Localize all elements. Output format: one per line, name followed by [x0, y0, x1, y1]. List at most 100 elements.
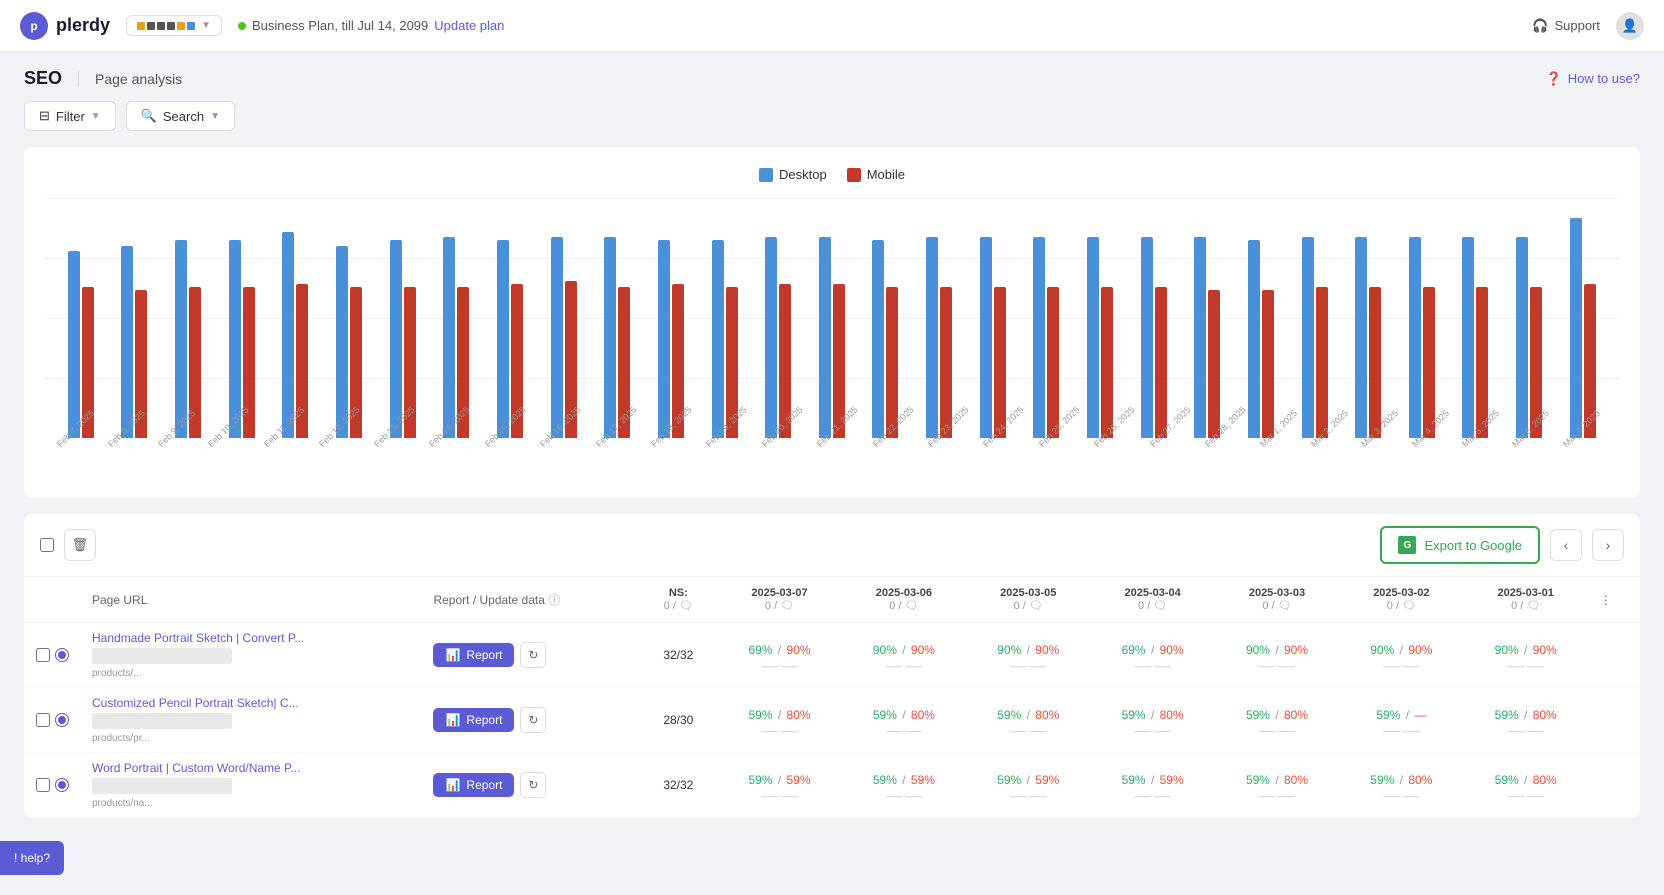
- date-0-sub: 0 / 🗨: [729, 599, 829, 612]
- row-color-dot: [56, 714, 68, 726]
- chevron-right-icon: ›: [1606, 537, 1611, 553]
- th-date-1: 2025-03-06 0 / 🗨: [842, 577, 966, 623]
- search-chevron-icon: ▼: [210, 111, 220, 122]
- page-url-link[interactable]: Handmade Portrait Sketch | Convert P...: [92, 631, 332, 645]
- score-green: 90%: [1495, 643, 1519, 657]
- score-underline: ___ ___: [1351, 657, 1451, 668]
- score-cell-3: 59% / 80% ___ ___: [1090, 688, 1214, 753]
- chart-area: Feb 7, 2025Feb 8, 2025Feb 9, 2025Feb 10,…: [44, 198, 1620, 478]
- more-cell: [1588, 753, 1640, 818]
- score-underline: ___ ___: [1476, 722, 1576, 733]
- score-divider: /: [1151, 708, 1158, 722]
- score-divider: /: [1027, 773, 1034, 787]
- chevron-left-icon: ‹: [1564, 537, 1569, 553]
- plan-selector[interactable]: ▼: [126, 15, 222, 36]
- score-underline: ___ ___: [1351, 787, 1451, 798]
- mobile-bar: [994, 287, 1006, 438]
- mobile-bar: [1262, 290, 1274, 439]
- bar-group: [1355, 237, 1381, 438]
- score-red: 59%: [1160, 773, 1184, 787]
- mobile-checkbox[interactable]: [847, 168, 861, 182]
- date-4-header: 2025-03-03: [1227, 587, 1327, 599]
- score-divider: /: [1275, 643, 1282, 657]
- score-red: 80%: [911, 708, 935, 722]
- score-red: 80%: [1035, 708, 1059, 722]
- filter-button[interactable]: ⊟ Filter ▼: [24, 101, 116, 131]
- table-header-row: Page URL Report / Update data ⓘ NS: 0 / …: [24, 577, 1640, 623]
- next-page-button[interactable]: ›: [1592, 529, 1624, 561]
- score-divider: /: [902, 773, 909, 787]
- score-green: 59%: [1495, 773, 1519, 787]
- date-6-sub: 0 / 🗨: [1476, 599, 1576, 612]
- report-button[interactable]: 📊 Report: [433, 643, 514, 667]
- score-underline: ___ ___: [1351, 722, 1451, 733]
- help-button[interactable]: ! help?: [0, 841, 64, 875]
- desktop-bar: [282, 232, 294, 438]
- refresh-button[interactable]: ↻: [520, 772, 546, 798]
- mobile-bar: [1316, 287, 1328, 438]
- bar-group: [926, 237, 952, 438]
- page-url-link[interactable]: Customized Pencil Portrait Sketch| C...: [92, 696, 332, 710]
- table-row: Customized Pencil Portrait Sketch| C... …: [24, 688, 1640, 753]
- score-underline: ___ ___: [978, 787, 1078, 798]
- bar-group: [1462, 237, 1488, 438]
- row-checkbox[interactable]: [36, 778, 50, 792]
- desktop-checkbox[interactable]: [759, 168, 773, 182]
- report-button[interactable]: 📊 Report: [433, 708, 514, 732]
- th-more: ⋮: [1588, 577, 1640, 623]
- more-cell: [1588, 623, 1640, 688]
- row-checkbox[interactable]: [36, 713, 50, 727]
- score-underline: ___ ___: [1102, 722, 1202, 733]
- trash-icon: 🗑: [72, 537, 89, 553]
- user-icon: 👤: [1622, 18, 1638, 34]
- update-plan-link[interactable]: Update plan: [434, 18, 504, 33]
- bar-group: [1570, 218, 1596, 438]
- score-underline: ___ ___: [978, 657, 1078, 668]
- support-button[interactable]: 🎧 Support: [1532, 18, 1600, 34]
- logo-icon: p: [20, 12, 48, 40]
- table-toolbar: 🗑 G Export to Google ‹ ›: [24, 514, 1640, 577]
- select-all-checkbox[interactable]: [40, 538, 54, 552]
- business-plan-info: Business Plan, till Jul 14, 2099 Update …: [238, 18, 504, 33]
- user-avatar[interactable]: 👤: [1616, 12, 1644, 40]
- score-cell-3: 59% / 59% ___ ___: [1090, 753, 1214, 818]
- desktop-bar: [819, 237, 831, 438]
- score-red: —: [1414, 708, 1426, 722]
- support-label: Support: [1554, 18, 1600, 33]
- score-divider: /: [1027, 643, 1034, 657]
- filter-icon: ⊟: [39, 108, 50, 124]
- score-underline: ___ ___: [854, 722, 954, 733]
- score-red: 59%: [1035, 773, 1059, 787]
- row-checkbox[interactable]: [36, 648, 50, 662]
- prev-page-button[interactable]: ‹: [1550, 529, 1582, 561]
- desktop-bar: [1355, 237, 1367, 438]
- score-divider: /: [902, 643, 909, 657]
- header-right: 🎧 Support 👤: [1532, 12, 1644, 40]
- score-green: 90%: [1246, 643, 1270, 657]
- search-button[interactable]: 🔍 Search ▼: [126, 101, 235, 131]
- score-cell-0: 59% / 59% ___ ___: [717, 753, 841, 818]
- date-3-sub: 0 / 🗨: [1102, 599, 1202, 612]
- ns-cell: 28/30: [639, 688, 717, 753]
- ns-cell: 32/32: [639, 623, 717, 688]
- score-cell-0: 59% / 80% ___ ___: [717, 688, 841, 753]
- score-green: 69%: [1122, 643, 1146, 657]
- score-underline: ___ ___: [1227, 657, 1327, 668]
- refresh-button[interactable]: ↻: [520, 642, 546, 668]
- date-5-header: 2025-03-02: [1351, 587, 1451, 599]
- th-checkbox: [24, 577, 80, 623]
- how-to-use-link[interactable]: ❓ How to use?: [1546, 71, 1640, 87]
- page-url-link[interactable]: Word Portrait | Custom Word/Name P...: [92, 761, 332, 775]
- ns-sub: 0 / 🗨: [651, 599, 705, 612]
- score-divider: /: [778, 708, 785, 722]
- refresh-button[interactable]: ↻: [520, 707, 546, 733]
- delete-button[interactable]: 🗑: [64, 529, 96, 561]
- score-cell-4: 59% / 80% ___ ___: [1215, 753, 1339, 818]
- url-path: products/pr...: [92, 733, 150, 744]
- export-google-button[interactable]: G Export to Google: [1380, 526, 1540, 564]
- score-green: 59%: [1376, 708, 1400, 722]
- logo-text: plerdy: [56, 15, 110, 36]
- report-button[interactable]: 📊 Report: [433, 773, 514, 797]
- score-underline: ___ ___: [1227, 787, 1327, 798]
- desktop-bar: [121, 246, 133, 439]
